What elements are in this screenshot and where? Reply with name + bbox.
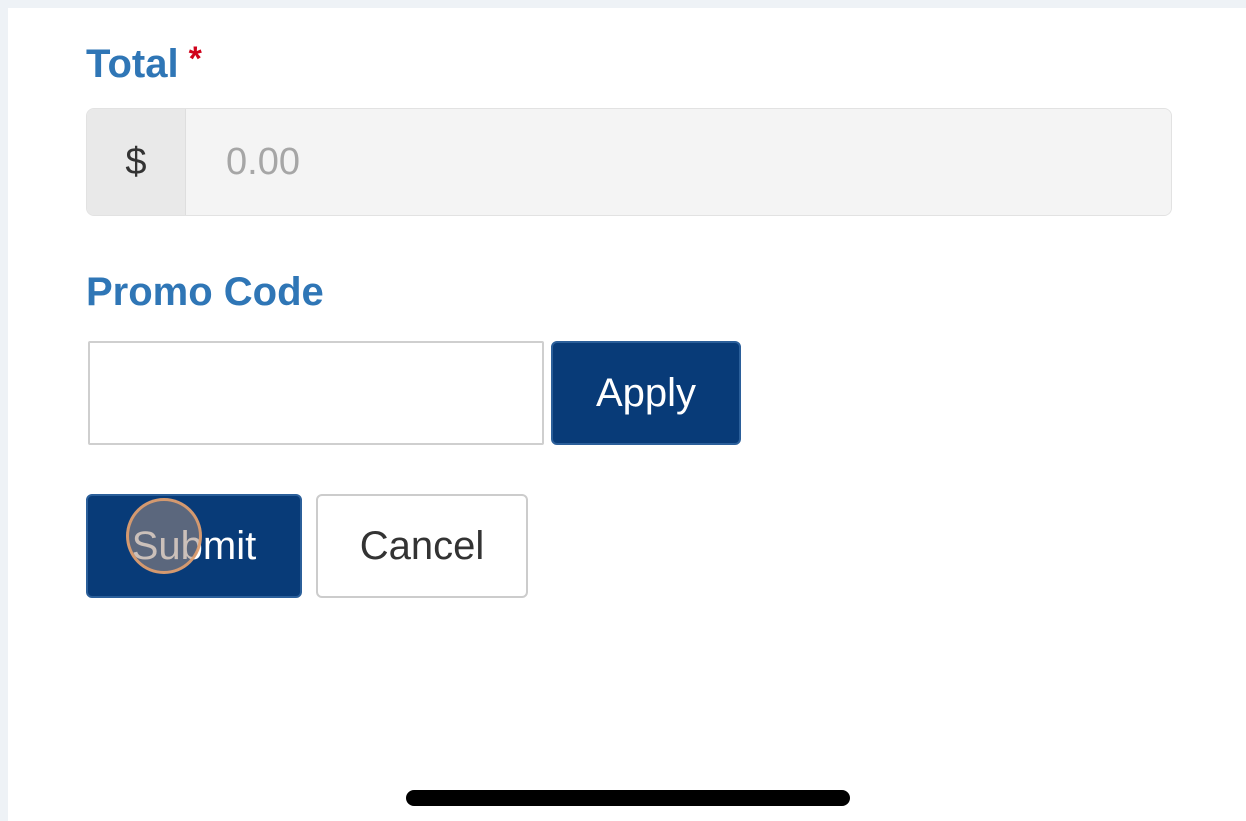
cancel-button[interactable]: Cancel [316, 494, 528, 598]
total-label-text: Total [86, 42, 179, 86]
currency-addon: $ [87, 109, 186, 215]
total-label: Total * [86, 42, 202, 86]
promo-code-input[interactable] [88, 341, 544, 445]
promo-code-label: Promo Code [86, 270, 324, 314]
submit-button[interactable]: Submit [86, 494, 302, 598]
total-amount-input[interactable] [186, 109, 1171, 215]
required-asterisk: * [188, 40, 202, 78]
checkout-form-screen: Total* $ Promo Code Apply Submit Cancel [8, 8, 1246, 821]
home-indicator-bar[interactable] [406, 790, 850, 806]
total-input-group: $ [86, 108, 1172, 216]
apply-promo-button[interactable]: Apply [551, 341, 741, 445]
